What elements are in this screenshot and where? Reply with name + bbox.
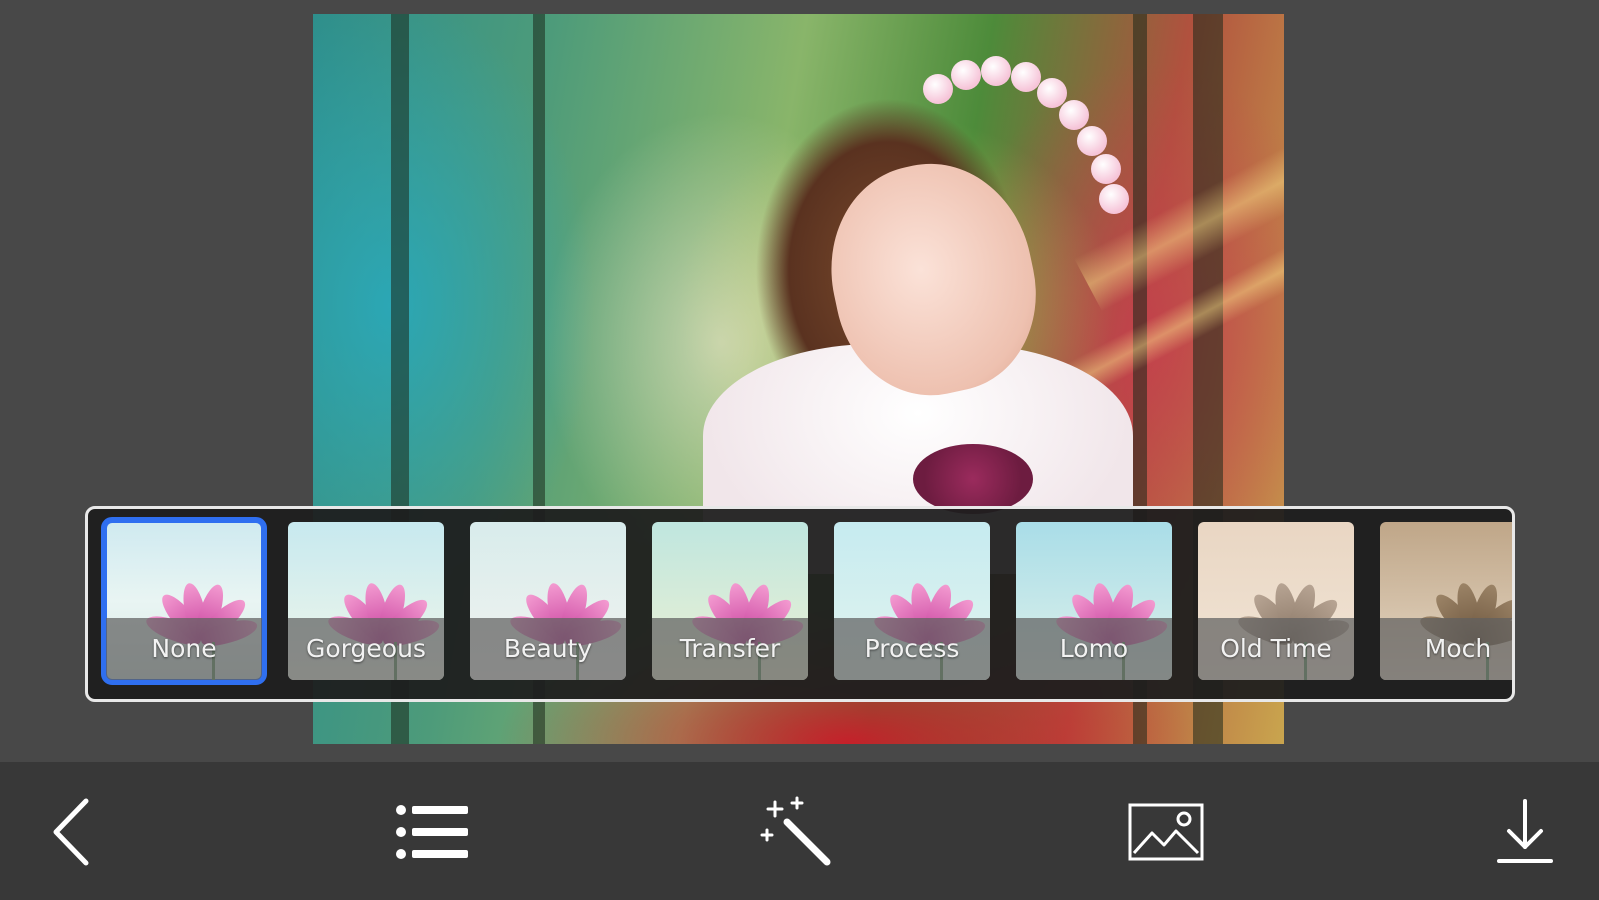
magic-wand-icon bbox=[760, 796, 831, 866]
gallery-button[interactable] bbox=[1121, 792, 1211, 872]
list-icon bbox=[396, 805, 468, 859]
filter-lomo[interactable]: Lomo bbox=[1016, 522, 1172, 680]
filter-label: None bbox=[151, 634, 217, 663]
subject-shirt-flower bbox=[913, 444, 1033, 514]
filter-label: Moch bbox=[1424, 634, 1492, 663]
filter-label: Lomo bbox=[1059, 634, 1129, 663]
filter-process[interactable]: Process bbox=[834, 522, 990, 680]
filter-gorgeous[interactable]: Gorgeous bbox=[288, 522, 444, 680]
filter-old-time[interactable]: Old Time bbox=[1198, 522, 1354, 680]
flower-crown bbox=[913, 54, 1153, 234]
filter-label: Old Time bbox=[1220, 634, 1332, 663]
back-button[interactable] bbox=[28, 792, 118, 872]
download-button[interactable] bbox=[1480, 792, 1570, 872]
bottom-toolbar bbox=[0, 762, 1599, 900]
filter-label: Beauty bbox=[503, 634, 593, 663]
filter-label: Gorgeous bbox=[306, 634, 426, 663]
filter-transfer[interactable]: Transfer bbox=[652, 522, 808, 680]
filter-list: None Gorgeous Beauty Transfer Process Lo… bbox=[101, 517, 1512, 685]
filter-strip[interactable]: None Gorgeous Beauty Transfer Process Lo… bbox=[85, 506, 1515, 702]
menu-button[interactable] bbox=[388, 792, 478, 872]
chevron-left-icon bbox=[53, 798, 89, 866]
filter-beauty[interactable]: Beauty bbox=[470, 522, 626, 680]
image-icon bbox=[1128, 803, 1204, 861]
download-icon bbox=[1497, 799, 1553, 863]
filter-none[interactable]: None bbox=[101, 517, 267, 685]
filter-label: Process bbox=[864, 634, 960, 663]
filter-mocha[interactable]: Moch bbox=[1380, 522, 1512, 680]
effects-button[interactable] bbox=[754, 792, 844, 872]
filter-label: Transfer bbox=[679, 634, 781, 663]
